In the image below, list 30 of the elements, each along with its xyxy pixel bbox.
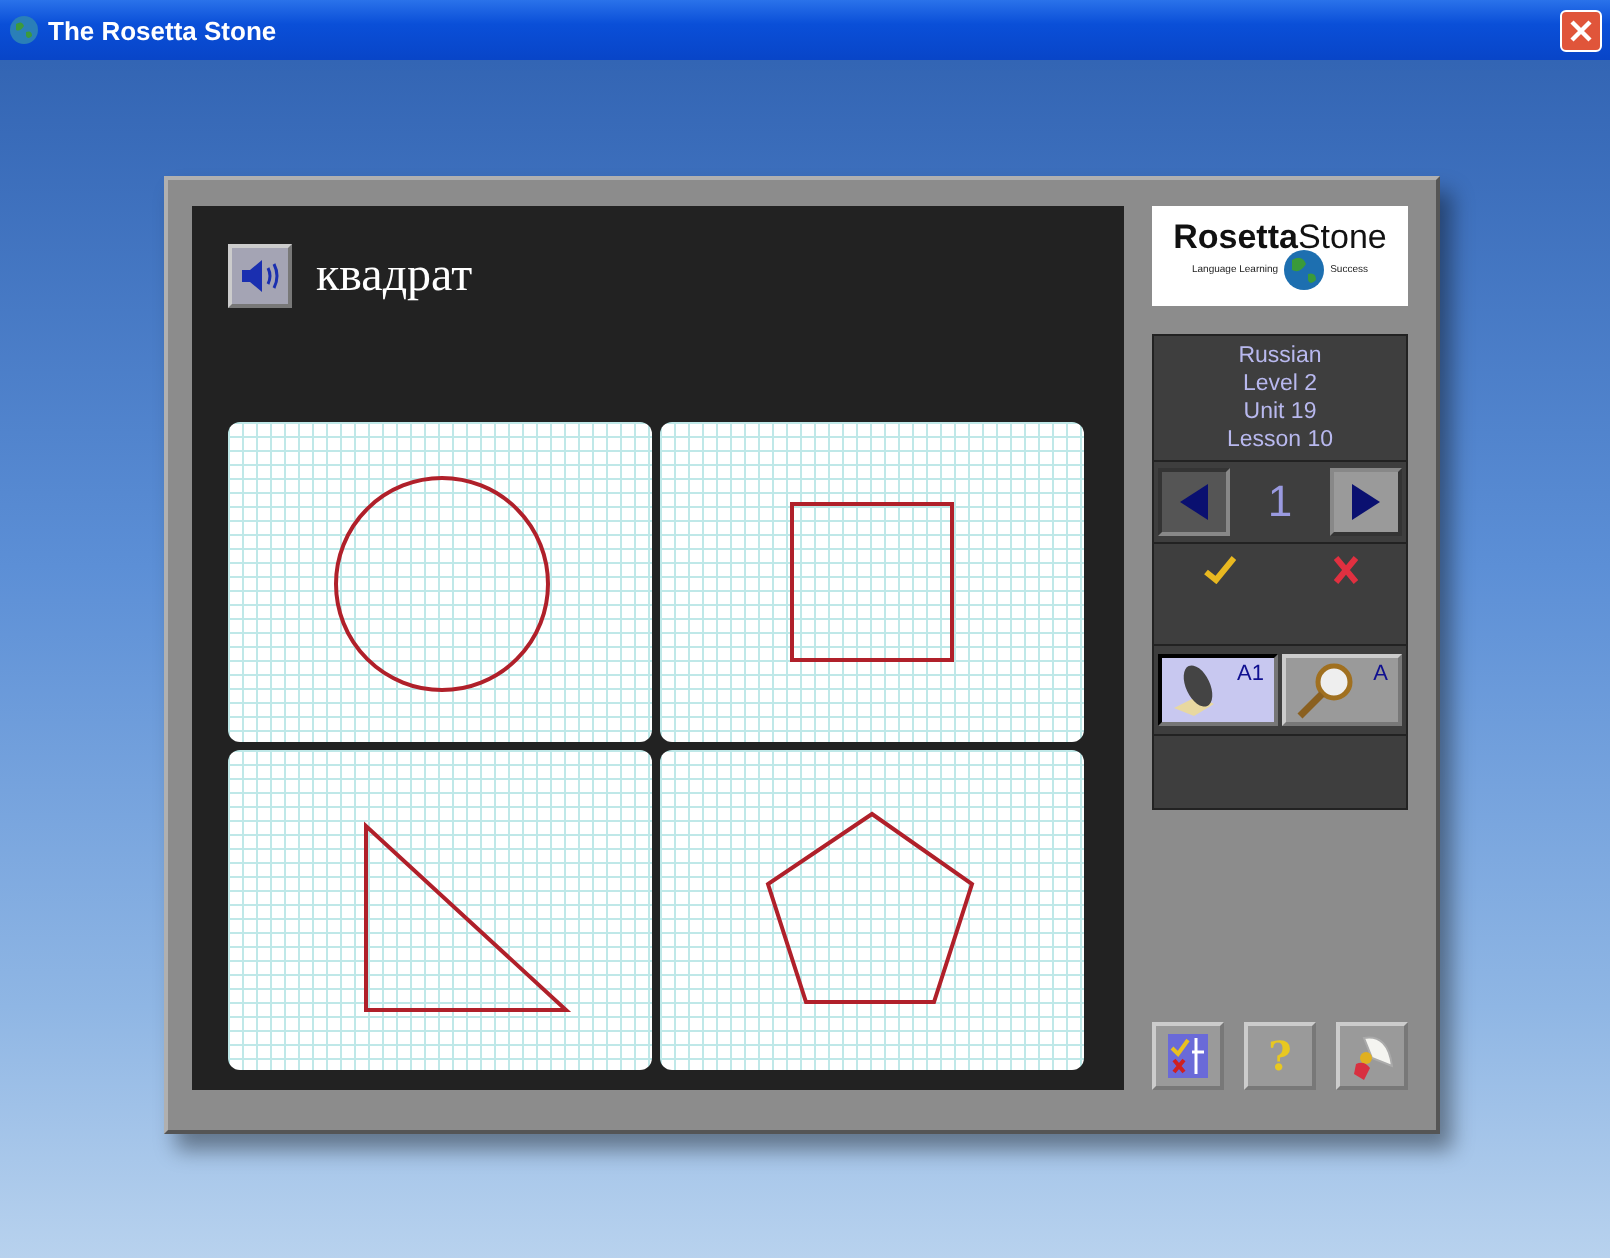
check-icon	[1203, 556, 1235, 584]
scoreboard-icon	[1166, 1032, 1210, 1080]
logo-text: Rosetta	[1173, 218, 1298, 256]
page-number: 1	[1267, 476, 1293, 528]
cross-icon	[1333, 556, 1357, 584]
course-info: Lesson 10	[1226, 426, 1334, 454]
close-button[interactable]	[1560, 9, 1602, 51]
picture-tile[interactable]	[228, 422, 652, 742]
close-icon	[1570, 19, 1592, 41]
exit-button[interactable]	[1336, 1022, 1408, 1090]
picture-tile[interactable]	[660, 750, 1084, 1070]
speaker-icon	[238, 256, 282, 296]
prompt-word: квадрат	[316, 249, 473, 303]
course-info: Russian	[1238, 342, 1322, 370]
right-arrow-icon	[1350, 482, 1382, 522]
previous-button[interactable]	[1158, 468, 1230, 536]
picture-tile[interactable]	[660, 422, 1084, 742]
mode-button[interactable]: A1	[1158, 654, 1278, 726]
left-arrow-icon	[1178, 482, 1210, 522]
mode-button[interactable]: A	[1282, 654, 1402, 726]
scoreboard-button[interactable]	[1152, 1022, 1224, 1090]
course-info: Unit 19	[1243, 398, 1317, 426]
logo-text: Stone	[1297, 218, 1387, 256]
window-title: The Rosetta Stone	[48, 15, 279, 45]
course-info: Level 2	[1242, 370, 1318, 398]
globe-icon	[8, 14, 40, 46]
globe-icon	[1282, 248, 1327, 292]
speaker-button[interactable]	[228, 244, 292, 308]
picture-tile[interactable]	[228, 750, 652, 1070]
next-button[interactable]	[1330, 468, 1402, 536]
